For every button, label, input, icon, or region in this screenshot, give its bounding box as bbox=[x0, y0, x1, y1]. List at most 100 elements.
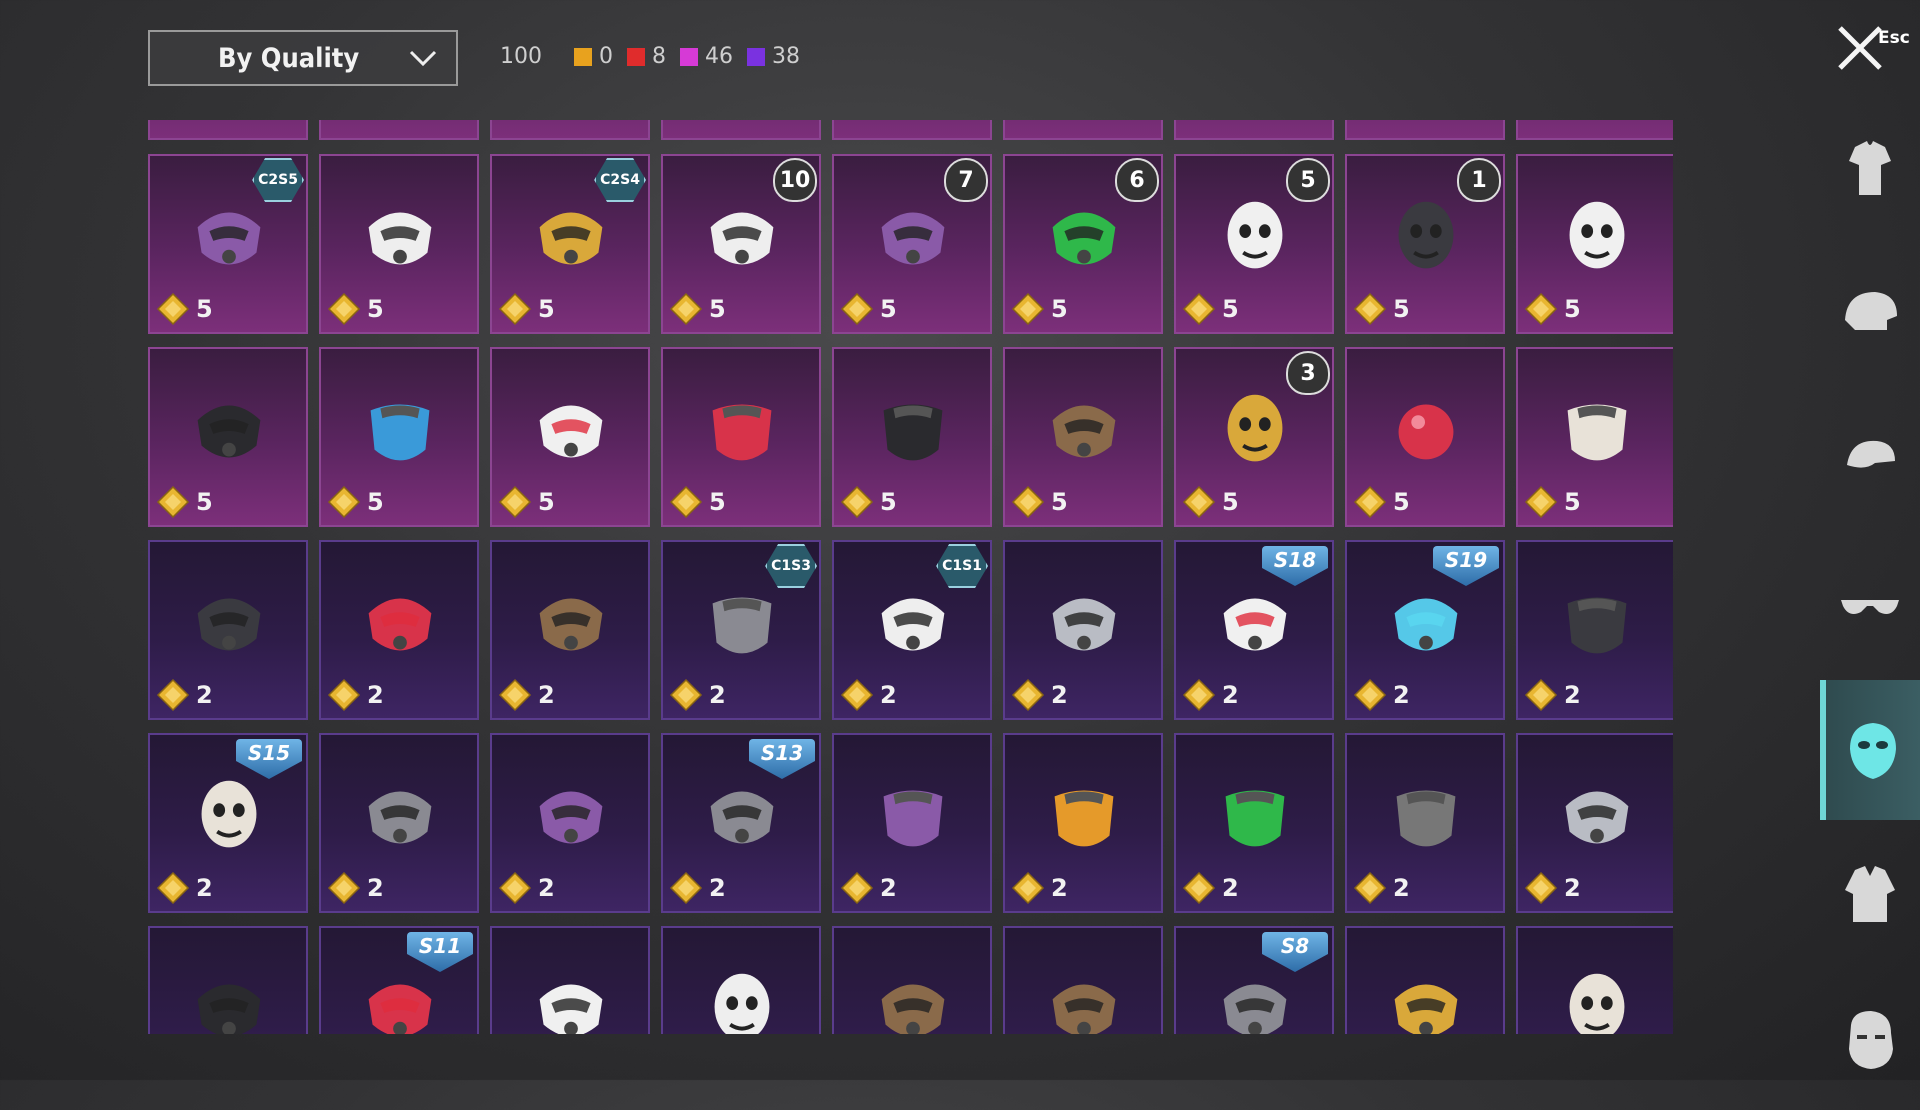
coin-icon bbox=[1524, 292, 1558, 326]
purple-bandana-icon bbox=[864, 767, 962, 865]
inventory-item[interactable]: 53 bbox=[1174, 347, 1334, 527]
inventory-item[interactable]: S8 bbox=[1174, 926, 1334, 1034]
inventory-item[interactable]: 57 bbox=[832, 154, 992, 334]
item-grid[interactable]: 5 C2S5 5 5 C2S4 5 10 5 7 5 6 5 5 5 1 5 5 5 5 5 5 5 5 3 5 5 2 2 2 2 C1S… bbox=[148, 120, 1673, 1034]
inventory-item[interactable] bbox=[490, 120, 650, 140]
inventory-item[interactable]: 5 bbox=[1516, 154, 1673, 334]
helmet-icon bbox=[1845, 292, 1897, 330]
coin-icon bbox=[327, 871, 361, 905]
outfit-tab[interactable] bbox=[1820, 100, 1920, 240]
inventory-item[interactable]: 5 bbox=[832, 347, 992, 527]
inventory-item[interactable]: 2 bbox=[1174, 733, 1334, 913]
inventory-item[interactable]: 5 bbox=[1516, 347, 1673, 527]
inventory-item[interactable]: 2 bbox=[832, 733, 992, 913]
inventory-item[interactable]: 2 bbox=[1003, 733, 1163, 913]
inventory-item[interactable]: 2 bbox=[148, 540, 308, 720]
glasses-tab[interactable] bbox=[1820, 535, 1920, 675]
inventory-item[interactable]: 2 S19 bbox=[1345, 540, 1505, 720]
sort-dropdown[interactable]: By Quality bbox=[148, 30, 458, 86]
coin-icon bbox=[1353, 292, 1387, 326]
item-price-value: 5 bbox=[1564, 295, 1581, 323]
coin-icon bbox=[498, 871, 532, 905]
face-tab[interactable] bbox=[1820, 970, 1920, 1110]
quality-count: 46 bbox=[680, 44, 733, 69]
inventory-item[interactable] bbox=[1345, 926, 1505, 1034]
inventory-item[interactable]: 2 bbox=[319, 540, 479, 720]
inventory-item[interactable]: 2 C1S3 bbox=[661, 540, 821, 720]
inventory-item[interactable]: 2 S15 bbox=[148, 733, 308, 913]
item-price: 2 bbox=[1011, 871, 1068, 905]
cactus-bandana-icon bbox=[693, 574, 791, 672]
item-price: 5 bbox=[498, 292, 555, 326]
inventory-item[interactable]: 55 bbox=[1174, 154, 1334, 334]
inventory-item[interactable]: 2 bbox=[1003, 540, 1163, 720]
jacket-tab[interactable] bbox=[1820, 825, 1920, 965]
inventory-item[interactable] bbox=[490, 926, 650, 1034]
coin-icon bbox=[840, 292, 874, 326]
item-price: 5 bbox=[669, 292, 726, 326]
inventory-item[interactable] bbox=[1174, 120, 1334, 140]
inventory-item[interactable]: 2 bbox=[1516, 540, 1673, 720]
quality-counts: 0 8 46 38 bbox=[574, 44, 800, 69]
inventory-item[interactable]: 5 10 bbox=[661, 154, 821, 334]
inventory-item[interactable] bbox=[148, 926, 308, 1034]
horned-skull-icon bbox=[180, 767, 278, 865]
inventory-item[interactable]: 5 bbox=[148, 347, 308, 527]
esc-label: Esc bbox=[1878, 28, 1910, 48]
inventory-item[interactable]: 5 C2S4 bbox=[490, 154, 650, 334]
inventory-item[interactable]: 2 bbox=[1516, 733, 1673, 913]
red-bandana-icon bbox=[693, 381, 791, 479]
inventory-item[interactable] bbox=[832, 926, 992, 1034]
item-price: 2 bbox=[1524, 678, 1581, 712]
inventory-item[interactable]: 2 C1S1 bbox=[832, 540, 992, 720]
inventory-item[interactable]: 51 bbox=[1345, 154, 1505, 334]
inventory-item[interactable]: 2 S13 bbox=[661, 733, 821, 913]
inventory-item[interactable] bbox=[661, 120, 821, 140]
face-icon bbox=[1849, 1011, 1893, 1069]
inventory-item[interactable]: 2 bbox=[1345, 733, 1505, 913]
close-button[interactable]: Esc bbox=[1830, 18, 1910, 78]
inventory-item[interactable] bbox=[1345, 120, 1505, 140]
inventory-item[interactable]: 2 S18 bbox=[1174, 540, 1334, 720]
inventory-item[interactable]: 2 bbox=[319, 733, 479, 913]
inventory-item[interactable] bbox=[148, 120, 308, 140]
inventory-item[interactable] bbox=[1516, 120, 1673, 140]
inventory-item[interactable] bbox=[319, 120, 479, 140]
inventory-item[interactable] bbox=[1516, 926, 1673, 1034]
purple-goggle-mask-icon bbox=[522, 767, 620, 865]
hat-tab[interactable] bbox=[1820, 245, 1920, 385]
category-sidebar bbox=[1820, 100, 1920, 1080]
inventory-item[interactable]: 5 bbox=[1345, 347, 1505, 527]
inventory-item[interactable] bbox=[832, 120, 992, 140]
inventory-item[interactable]: 5 bbox=[1003, 347, 1163, 527]
item-price-value: 5 bbox=[196, 295, 213, 323]
cap-tab[interactable] bbox=[1820, 390, 1920, 530]
inventory-item[interactable] bbox=[1003, 120, 1163, 140]
inventory-item[interactable]: 5 bbox=[661, 347, 821, 527]
inventory-item[interactable]: 56 bbox=[1003, 154, 1163, 334]
inventory-item[interactable]: 5 bbox=[490, 347, 650, 527]
item-price-value: 2 bbox=[367, 874, 384, 902]
item-price: 2 bbox=[327, 871, 384, 905]
black-halfmask-icon bbox=[180, 960, 278, 1034]
item-price-value: 5 bbox=[1393, 295, 1410, 323]
coin-icon bbox=[1524, 871, 1558, 905]
item-price-value: 5 bbox=[880, 295, 897, 323]
red-black-mask-icon bbox=[351, 960, 449, 1034]
inventory-item[interactable]: S11 bbox=[319, 926, 479, 1034]
item-price-value: 2 bbox=[1051, 681, 1068, 709]
inventory-item[interactable]: 2 bbox=[490, 733, 650, 913]
inventory-item[interactable] bbox=[661, 926, 821, 1034]
inventory-item[interactable] bbox=[1003, 926, 1163, 1034]
quality-count-value: 46 bbox=[705, 44, 733, 69]
inventory-item[interactable]: 5 bbox=[319, 347, 479, 527]
inventory-item[interactable]: 5 bbox=[319, 154, 479, 334]
item-price: 5 bbox=[156, 292, 213, 326]
jacket-icon bbox=[1845, 866, 1895, 922]
mask-tab[interactable] bbox=[1820, 680, 1920, 820]
hair-mask-icon bbox=[1035, 960, 1133, 1034]
inventory-item[interactable]: 5 C2S5 bbox=[148, 154, 308, 334]
gold-cloth-mask-icon bbox=[1377, 960, 1475, 1034]
inventory-item[interactable]: 2 bbox=[490, 540, 650, 720]
coin-icon bbox=[498, 678, 532, 712]
